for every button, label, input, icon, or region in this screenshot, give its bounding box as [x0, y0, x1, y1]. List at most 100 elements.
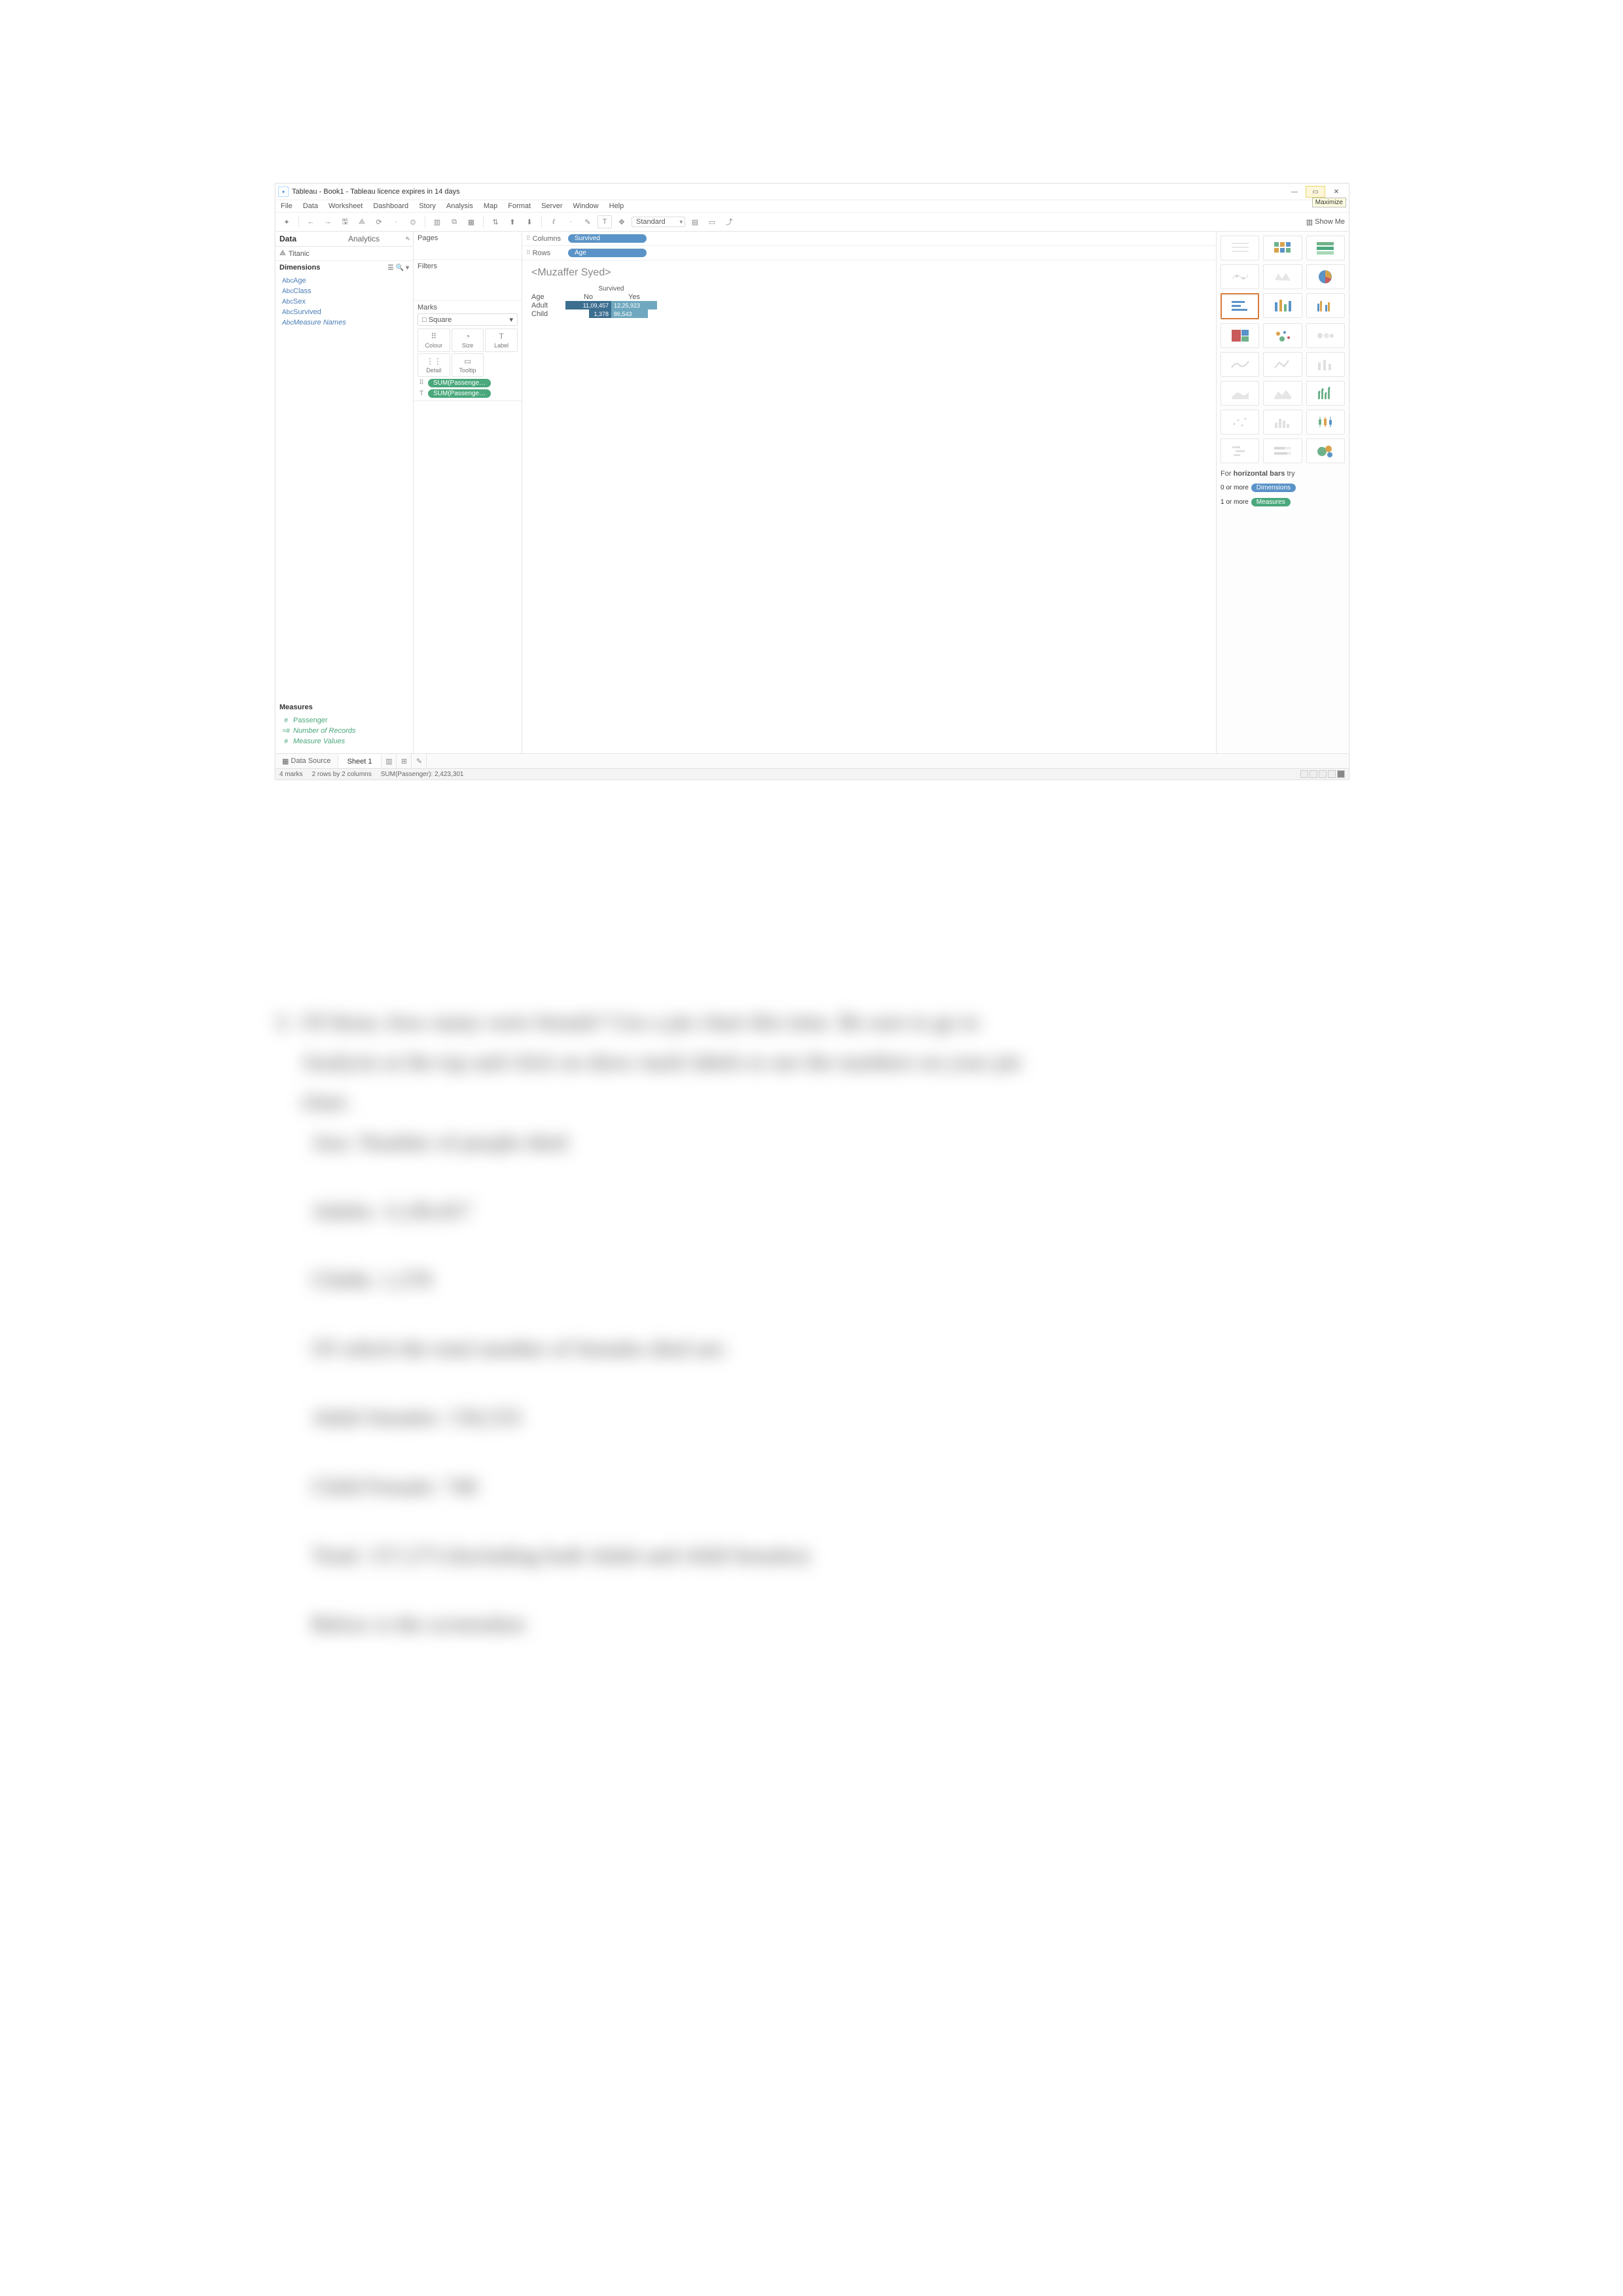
- tableau-logo-icon[interactable]: ✦: [279, 215, 294, 228]
- cell-child-no[interactable]: 1,378: [589, 309, 611, 318]
- forward-button[interactable]: →: [321, 215, 335, 228]
- window-close-button[interactable]: ✕: [1327, 186, 1346, 198]
- menu-server[interactable]: Server: [540, 202, 563, 211]
- dim-age[interactable]: AbcAge: [276, 275, 413, 286]
- thumb-side-circle[interactable]: [1306, 323, 1345, 348]
- mark-label-button[interactable]: TLabel: [485, 328, 518, 352]
- menu-map[interactable]: Map: [482, 202, 499, 211]
- data-source-tab[interactable]: ▦Data Source: [276, 755, 338, 768]
- group-button[interactable]: ·: [563, 215, 578, 228]
- show-labels-button[interactable]: T: [597, 215, 612, 228]
- data-tab[interactable]: Data: [276, 232, 344, 246]
- back-button[interactable]: ←: [304, 215, 318, 228]
- dim-class[interactable]: AbcClass: [276, 286, 413, 296]
- duplicate-button[interactable]: ⧉: [447, 215, 461, 228]
- thumb-filled-map[interactable]: [1263, 264, 1302, 289]
- menu-window[interactable]: Window: [572, 202, 600, 211]
- clear-button[interactable]: ▦: [464, 215, 478, 228]
- view-cards-button[interactable]: ▤: [688, 215, 702, 228]
- cell-adult-no[interactable]: 11,09,457: [565, 301, 611, 309]
- mark-label-pill[interactable]: T SUM(Passenge…: [418, 389, 518, 398]
- thumb-histogram[interactable]: [1263, 410, 1302, 434]
- rows-pill-age[interactable]: Age: [568, 249, 647, 257]
- cell-child-yes[interactable]: 86,543: [611, 309, 648, 318]
- new-story-button[interactable]: ✎: [412, 754, 427, 768]
- sheet-title[interactable]: <Muzaffer Syed>: [531, 267, 1207, 279]
- mark-colour-button[interactable]: ⠿Colour: [418, 328, 450, 352]
- new-worksheet-button[interactable]: ▥: [382, 754, 397, 768]
- thumb-horizontal-bar[interactable]: [1221, 293, 1259, 319]
- thumb-area-discrete[interactable]: [1263, 381, 1302, 406]
- mark-colour-pill[interactable]: ⠿ SUM(Passenge…: [418, 379, 518, 387]
- mark-type-dropdown[interactable]: □ Square▾: [418, 313, 518, 326]
- thumb-packed-bubbles[interactable]: [1306, 438, 1345, 463]
- sort-asc-button[interactable]: ⬆: [505, 215, 520, 228]
- thumb-line-discrete[interactable]: [1263, 352, 1302, 377]
- thumb-highlight-table[interactable]: [1306, 236, 1345, 260]
- menu-analysis[interactable]: Analysis: [445, 202, 474, 211]
- rows-shelf[interactable]: ⠿Rows Age: [522, 246, 1216, 260]
- thumb-pie[interactable]: [1306, 264, 1345, 289]
- menu-file[interactable]: File: [279, 202, 294, 211]
- mark-tooltip-button[interactable]: ▭Tooltip: [452, 353, 484, 377]
- pages-card[interactable]: ▸ Pages: [414, 232, 522, 260]
- filters-card[interactable]: Filters: [414, 260, 522, 301]
- menu-help[interactable]: Help: [608, 202, 626, 211]
- thumb-dual-combo[interactable]: [1306, 381, 1345, 406]
- columns-shelf[interactable]: ⠿Columns Survived: [522, 232, 1216, 246]
- presentation-button[interactable]: ▭: [705, 215, 719, 228]
- show-me-button[interactable]: ▥ Show Me: [1306, 218, 1345, 226]
- status-view-buttons[interactable]: [1300, 770, 1345, 778]
- new-sheet-button[interactable]: ▥: [430, 215, 444, 228]
- menu-dashboard[interactable]: Dashboard: [372, 202, 410, 211]
- fit-dropdown[interactable]: Standard: [632, 217, 685, 227]
- save-button[interactable]: 🖫: [338, 215, 352, 228]
- thumb-heat-map[interactable]: [1263, 236, 1302, 260]
- thumb-box-plot[interactable]: [1306, 410, 1345, 434]
- dimensions-view-icon[interactable]: ☰: [388, 264, 394, 272]
- analytics-tab[interactable]: Analytics▸: [344, 232, 413, 246]
- cell-adult-yes[interactable]: 12,25,923: [611, 301, 657, 309]
- mark-size-button[interactable]: ◔Size: [452, 328, 484, 352]
- menu-data[interactable]: Data: [302, 202, 319, 211]
- dim-survived[interactable]: AbcSurvived: [276, 307, 413, 317]
- window-maximize-button[interactable]: ▭: [1306, 186, 1325, 198]
- dim-sex[interactable]: AbcSex: [276, 296, 413, 307]
- thumb-text-table[interactable]: [1221, 236, 1259, 260]
- dim-measure-names[interactable]: AbcMeasure Names: [276, 317, 413, 328]
- thumb-line-continuous[interactable]: [1221, 352, 1259, 377]
- meas-number-of-records[interactable]: =#Number of Records: [276, 726, 413, 736]
- fix-axes-button[interactable]: ✥: [615, 215, 629, 228]
- thumb-side-by-side-bar[interactable]: [1306, 293, 1345, 318]
- columns-pill-survived[interactable]: Survived: [568, 234, 647, 243]
- thumb-dual-line[interactable]: [1306, 352, 1345, 377]
- data-source-item[interactable]: ⟁ Titanic: [276, 247, 413, 261]
- mark-label-button[interactable]: ✎: [580, 215, 595, 228]
- refresh-button[interactable]: ⟳: [372, 215, 386, 228]
- dimensions-search-icon[interactable]: 🔍: [396, 264, 404, 272]
- menu-worksheet[interactable]: Worksheet: [327, 202, 364, 211]
- swap-button[interactable]: ⇅: [488, 215, 503, 228]
- mark-detail-button[interactable]: ⋮⋮Detail: [418, 353, 450, 377]
- window-minimize-button[interactable]: —: [1285, 186, 1304, 198]
- new-data-button[interactable]: ⟁: [355, 215, 369, 228]
- dimensions-menu-icon[interactable]: ▾: [406, 264, 409, 272]
- thumb-area-continuous[interactable]: [1221, 381, 1259, 406]
- meas-passenger[interactable]: #Passenger: [276, 715, 413, 726]
- highlight-button[interactable]: ℓ: [546, 215, 561, 228]
- menu-story[interactable]: Story: [418, 202, 437, 211]
- thumb-treemap[interactable]: [1221, 323, 1259, 348]
- thumb-gantt[interactable]: [1221, 438, 1259, 463]
- run-button[interactable]: ⊙: [406, 215, 420, 228]
- thumb-symbol-map[interactable]: [1221, 264, 1259, 289]
- meas-measure-values[interactable]: #Measure Values: [276, 736, 413, 747]
- sort-desc-button[interactable]: ⬇: [522, 215, 537, 228]
- share-button[interactable]: ⤴: [722, 215, 736, 228]
- new-dashboard-button[interactable]: ⊞: [397, 754, 412, 768]
- thumb-stacked-bar[interactable]: [1263, 293, 1302, 318]
- sheet1-tab[interactable]: Sheet 1: [338, 754, 382, 768]
- auto-update-button[interactable]: ·: [389, 215, 403, 228]
- menu-format[interactable]: Format: [507, 202, 532, 211]
- thumb-circle-views[interactable]: [1263, 323, 1302, 348]
- thumb-scatter[interactable]: [1221, 410, 1259, 434]
